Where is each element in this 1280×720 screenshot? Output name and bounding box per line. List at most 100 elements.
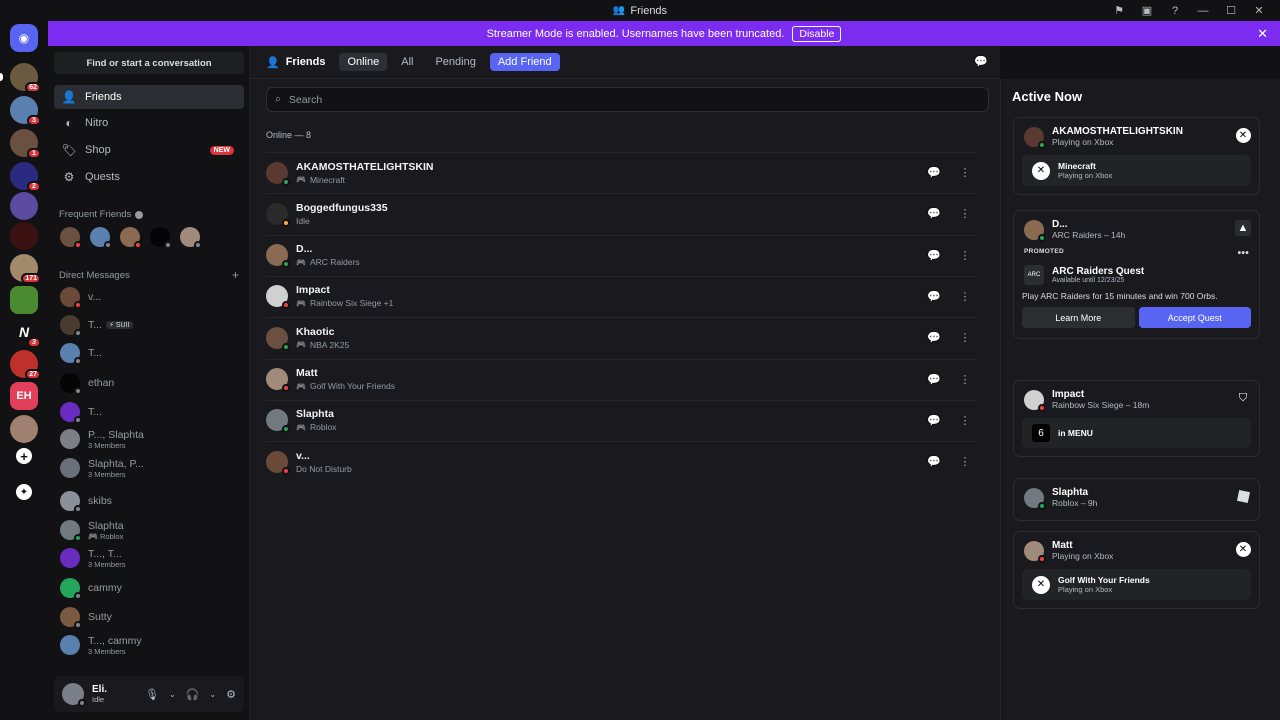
avatar[interactable]: [60, 227, 82, 249]
dm-item[interactable]: v...: [54, 283, 244, 311]
nav-shop[interactable]: 🏷 Shop NEW: [54, 138, 244, 162]
server-icon[interactable]: 1: [10, 129, 41, 159]
server-icon[interactable]: 3: [10, 96, 41, 126]
friend-row[interactable]: Boggedfungus335 Idle 💬 ⋮: [266, 193, 978, 233]
new-group-dm-icon[interactable]: 💬: [974, 55, 988, 68]
learn-more-button[interactable]: Learn More: [1022, 307, 1135, 328]
game-controller-icon: 🎮: [88, 531, 98, 541]
more-options-icon[interactable]: ⋮: [958, 248, 972, 262]
screen-icon[interactable]: ▣: [1140, 4, 1154, 18]
activity-card[interactable]: Impact Rainbow Six Siege – 18m ⛉ 6 in MEN…: [1013, 380, 1260, 457]
dm-item[interactable]: T..., T... 3 Members: [54, 544, 244, 572]
message-icon[interactable]: 💬: [927, 455, 941, 469]
dm-item[interactable]: Slaphta 🎮 Roblox: [54, 516, 244, 544]
add-server-button[interactable]: +: [16, 448, 32, 464]
tab-online[interactable]: Online: [339, 53, 388, 71]
accept-quest-button[interactable]: Accept Quest: [1138, 307, 1251, 328]
avatar: [266, 161, 290, 186]
server-icon[interactable]: [10, 286, 38, 314]
inbox-icon[interactable]: ⚑: [1112, 4, 1126, 18]
nav-quests[interactable]: ⚙ Quests: [54, 165, 244, 189]
server-icon[interactable]: EH: [10, 382, 38, 410]
more-options-icon[interactable]: ⋮: [958, 166, 972, 180]
more-options-icon[interactable]: ⋮: [958, 413, 972, 427]
message-icon[interactable]: 💬: [927, 207, 941, 221]
add-friend-button[interactable]: Add Friend: [489, 53, 560, 71]
dm-item[interactable]: T...: [54, 398, 244, 426]
banner-text: Streamer Mode is enabled. Usernames have…: [486, 27, 785, 40]
chevron-down-icon[interactable]: ⌄: [169, 690, 176, 699]
friend-row[interactable]: D... 🎮 ARC Raiders 💬 ⋮: [266, 234, 978, 275]
user-avatar[interactable]: [62, 683, 86, 707]
avatar[interactable]: [120, 227, 142, 249]
server-icon[interactable]: [10, 415, 38, 443]
avatar[interactable]: [90, 227, 112, 249]
message-icon[interactable]: 💬: [927, 166, 941, 180]
status-indicator: [74, 592, 82, 600]
dm-item[interactable]: P..., Slaphta 3 Members: [54, 425, 244, 453]
dm-item[interactable]: T..., cammy 3 Members: [54, 631, 244, 659]
server-icon[interactable]: 2: [10, 162, 41, 192]
server-icon[interactable]: N3: [10, 318, 41, 348]
friend-row[interactable]: Khaotic 🎮 NBA 2K25 💬 ⋮: [266, 317, 978, 357]
friend-row[interactable]: AKAMOSTHATELIGHTSKIN 🎮 Minecraft 💬 ⋮: [266, 152, 978, 192]
create-dm-icon[interactable]: +: [232, 268, 239, 282]
find-conversation-button[interactable]: Find or start a conversation: [54, 52, 244, 74]
dm-item[interactable]: Sutty: [54, 603, 244, 631]
nav-nitro[interactable]: ◐ Nitro: [54, 111, 244, 135]
server-icon[interactable]: [10, 222, 38, 250]
info-icon[interactable]: [135, 210, 144, 219]
discover-button[interactable]: ✦: [16, 484, 32, 500]
dm-item[interactable]: T... ⚡ SUII: [54, 311, 244, 339]
close-banner-icon[interactable]: ✕: [1257, 26, 1268, 42]
avatar[interactable]: [150, 227, 172, 249]
friend-row[interactable]: Matt 🎮 Golf With Your Friends 💬 ⋮: [266, 358, 978, 399]
settings-gear-icon[interactable]: ⚙: [226, 688, 236, 701]
activity-card[interactable]: D... ARC Raiders – 14h ▲ PROMOTED ••• ARC …: [1013, 210, 1260, 339]
more-options-icon[interactable]: ⋮: [958, 331, 972, 345]
server-icon[interactable]: 62: [0, 63, 41, 93]
roblox-icon: [1235, 488, 1251, 504]
minimize-icon[interactable]: —: [1196, 4, 1210, 18]
headphones-icon[interactable]: 🎧: [186, 688, 200, 701]
more-options-icon[interactable]: ⋮: [958, 207, 972, 221]
search-input[interactable]: ⌕ Search: [266, 87, 989, 112]
message-icon[interactable]: 💬: [927, 289, 941, 303]
tab-pending[interactable]: Pending: [427, 53, 483, 71]
avatar[interactable]: [180, 227, 202, 249]
microphone-icon[interactable]: 🎙: [145, 688, 159, 701]
friends-header: 👤 Friends Online All Pending Add Friend …: [250, 46, 1000, 79]
server-icon[interactable]: 171: [10, 254, 41, 284]
server-icon[interactable]: [10, 192, 38, 220]
friend-row[interactable]: v... Do Not Disturb 💬 ⋮: [266, 441, 978, 481]
message-icon[interactable]: 💬: [927, 331, 941, 345]
dm-item[interactable]: T...: [54, 339, 244, 367]
home-button[interactable]: ◉: [10, 24, 38, 52]
dm-item[interactable]: Slaphta, P... 3 Members: [54, 454, 244, 482]
active-now-panel: Active Now AKAMOSTHATELIGHTSKIN Playing o…: [1000, 79, 1280, 720]
disable-button[interactable]: Disable: [792, 25, 842, 42]
more-options-icon[interactable]: ⋮: [958, 289, 972, 303]
friend-row[interactable]: Slaphta 🎮 Roblox 💬 ⋮: [266, 399, 978, 440]
dm-name: T..., cammy: [88, 634, 142, 647]
more-options-icon[interactable]: ⋮: [958, 455, 972, 469]
message-icon[interactable]: 💬: [927, 413, 941, 427]
dm-item[interactable]: ethan: [54, 369, 244, 397]
server-icon[interactable]: 27: [10, 350, 41, 380]
dm-item[interactable]: skibs: [54, 487, 244, 515]
activity-card[interactable]: Matt Playing on Xbox ✕ ✕ Golf With Your F…: [1013, 531, 1260, 609]
chevron-down-icon[interactable]: ⌄: [209, 690, 216, 699]
message-icon[interactable]: 💬: [927, 248, 941, 262]
close-window-icon[interactable]: ✕: [1252, 4, 1266, 18]
tab-all[interactable]: All: [393, 53, 421, 71]
dm-item[interactable]: cammy: [54, 574, 244, 602]
nav-friends[interactable]: 👤 Friends: [54, 85, 244, 109]
more-options-icon[interactable]: ⋮: [958, 372, 972, 386]
friend-row[interactable]: Impact 🎮 Rainbow Six Siege +1 💬 ⋮: [266, 275, 978, 316]
more-options-icon[interactable]: •••: [1238, 248, 1249, 259]
activity-card[interactable]: AKAMOSTHATELIGHTSKIN Playing on Xbox ✕ ✕ …: [1013, 117, 1260, 195]
maximize-icon[interactable]: ☐: [1224, 4, 1238, 18]
help-icon[interactable]: ?: [1168, 4, 1182, 18]
activity-card[interactable]: Slaphta Roblox – 9h: [1013, 478, 1260, 521]
message-icon[interactable]: 💬: [927, 372, 941, 386]
